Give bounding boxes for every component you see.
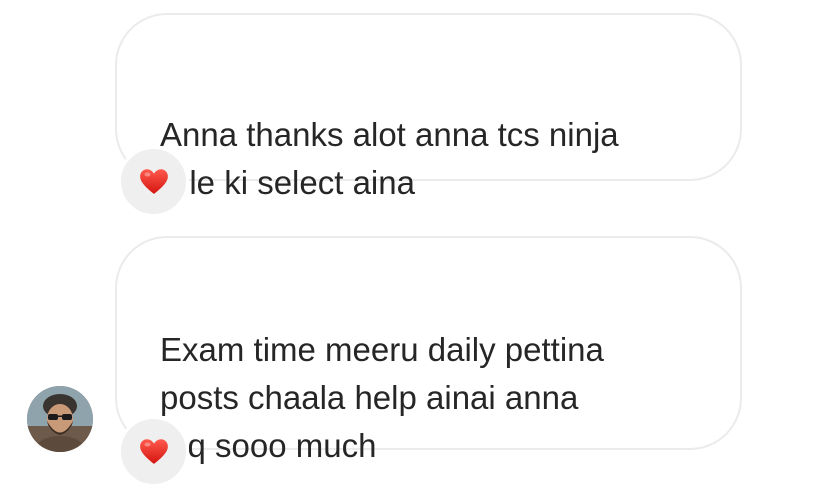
sender-avatar[interactable] xyxy=(27,386,93,452)
message-thread: Anna thanks alot anna tcs ninja role ki … xyxy=(0,0,817,495)
heart-icon xyxy=(139,439,168,464)
message-text-1: Anna thanks alot anna tcs ninja role ki … xyxy=(160,116,619,201)
reaction-badge-1[interactable] xyxy=(118,146,189,217)
message-text-2: Exam time meeru daily pettina posts chaa… xyxy=(160,331,604,464)
message-bubble-2[interactable]: Exam time meeru daily pettina posts chaa… xyxy=(115,236,742,464)
heart-icon xyxy=(139,169,168,194)
reaction-badge-2[interactable] xyxy=(118,416,189,487)
user-avatar-icon xyxy=(27,386,93,452)
message-bubble-1[interactable]: Anna thanks alot anna tcs ninja role ki … xyxy=(115,13,742,201)
